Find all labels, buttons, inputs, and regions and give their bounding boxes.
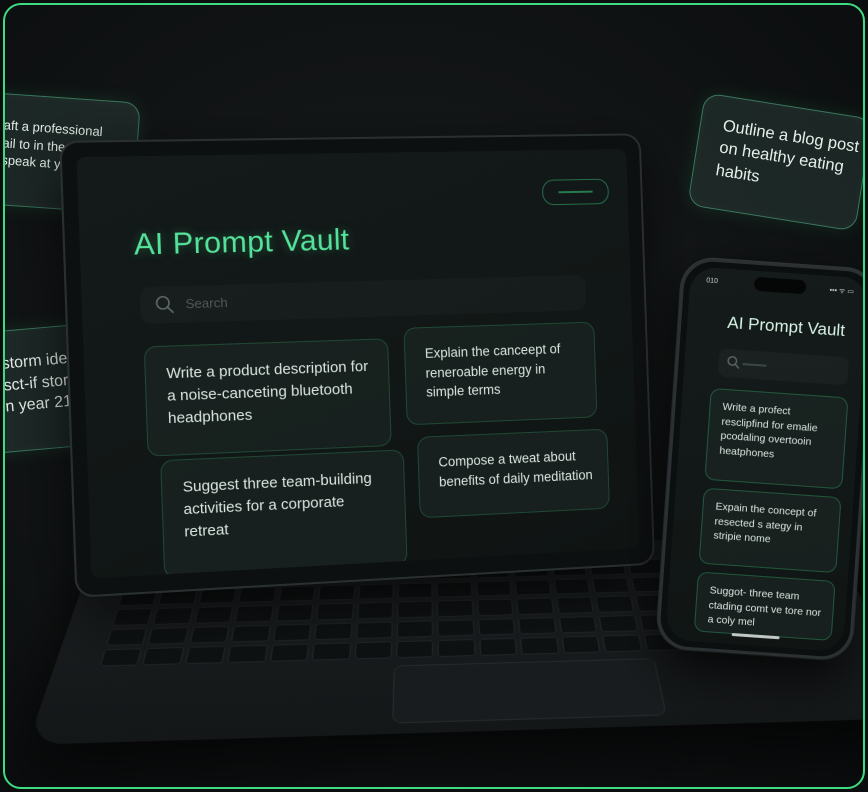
prompt-card[interactable]: Explain the canceept of reneroable energ… <box>403 321 598 426</box>
search-icon <box>726 355 741 375</box>
prompt-card-text: Explain the canceept of reneroable energ… <box>424 341 561 400</box>
prompt-card[interactable]: Write a product description for a noise-… <box>143 338 392 457</box>
laptop-screen: AI Prompt Vault Search Write a product d… <box>76 149 640 579</box>
phone-notch <box>753 276 807 295</box>
prompt-card[interactable]: Compose a tweat about benefits of daily … <box>416 428 610 519</box>
prompt-card-text: Suggot- three team ctading comt ve tore … <box>707 584 822 629</box>
search-icon <box>154 294 175 320</box>
prompt-card-text: Expain the concept of resected s ategy i… <box>713 500 817 546</box>
floating-prompt-text: Outline a blog post on healthy eating ha… <box>714 116 861 186</box>
phone-app-title: AI Prompt Vault <box>726 312 846 341</box>
search-placeholder: Search <box>185 294 228 312</box>
phone-prompt-card[interactable]: Write a profect resclipfind for emalie p… <box>704 387 849 490</box>
floating-prompt-card-partial <box>863 473 865 525</box>
phone-screen: 010 ▪▪▪ ᯤ ▭ AI Prompt Vault Write a prof… <box>665 266 863 652</box>
prompt-card-text: Write a product description for a noise-… <box>166 357 369 427</box>
search-input[interactable]: Search <box>140 275 587 324</box>
floating-prompt-card-blog[interactable]: Outline a blog post on healthy eating ha… <box>687 92 863 232</box>
phone-prompt-card[interactable]: Expain the concept of resected s ategy i… <box>698 487 842 574</box>
prompt-card-text: Write a profect resclipfind for emalie p… <box>719 400 818 461</box>
prompt-card-text: Compose a tweat about benefits of daily … <box>438 448 593 490</box>
status-icons: ▪▪▪ ᯤ ▭ <box>829 286 855 296</box>
phone-search-input[interactable] <box>718 348 850 385</box>
menu-toggle-button[interactable] <box>541 178 610 206</box>
prompt-card-text: Suggest three team-building activities f… <box>182 469 373 541</box>
laptop-trackpad <box>392 658 667 724</box>
phone: 010 ▪▪▪ ᯤ ▭ AI Prompt Vault Write a prof… <box>655 256 863 662</box>
prompt-card[interactable]: Suggest three team-building activities f… <box>160 449 408 579</box>
search-placeholder-line <box>742 363 767 367</box>
phone-prompt-card[interactable]: Suggot- three team ctading comt ve tore … <box>693 571 836 641</box>
status-time: 010 <box>706 277 719 286</box>
laptop: AI Prompt Vault Search Write a product d… <box>59 133 656 598</box>
canvas-frame: aft a professional ail to in the someone… <box>3 3 865 789</box>
app-title: AI Prompt Vault <box>133 223 350 262</box>
